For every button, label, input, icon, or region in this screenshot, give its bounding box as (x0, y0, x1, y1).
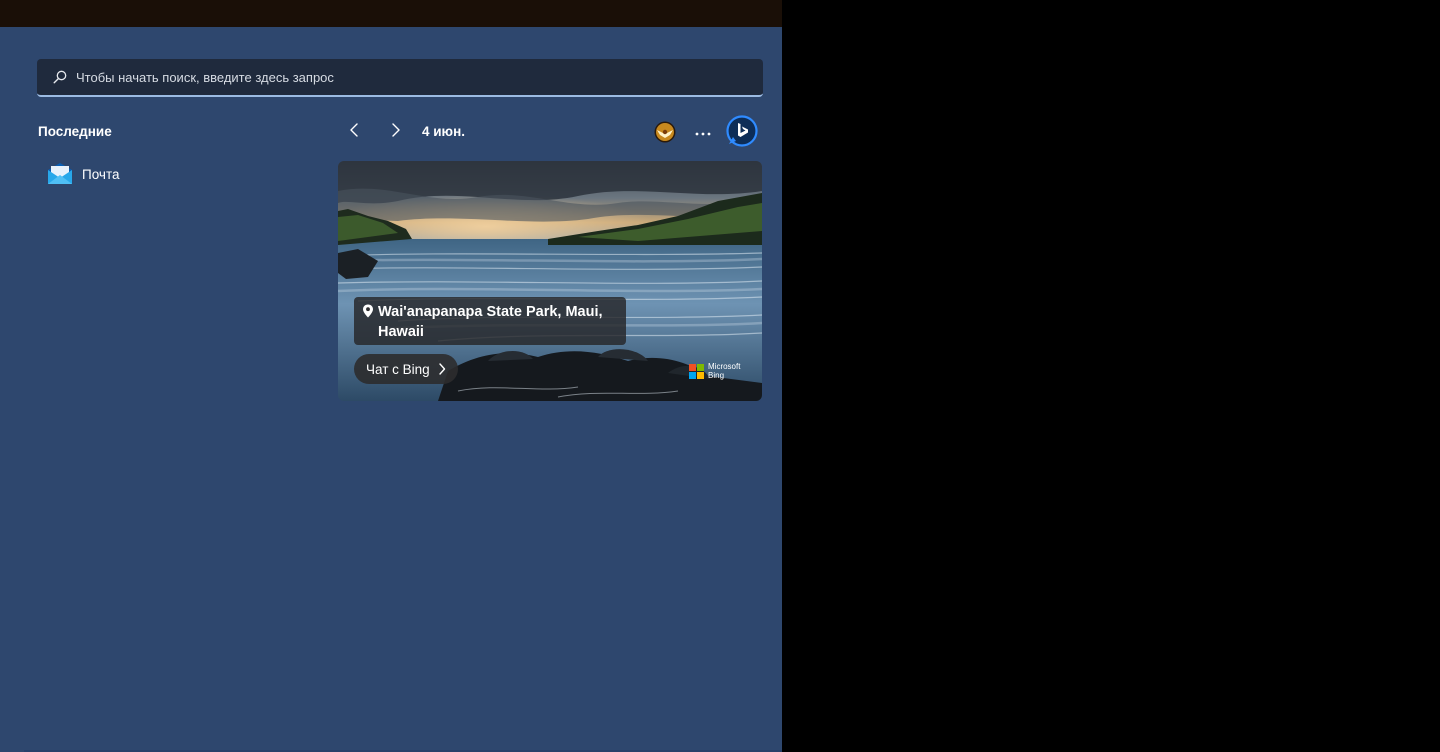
chat-button-label: Чат с Bing (366, 361, 430, 377)
next-image-button[interactable] (383, 120, 407, 144)
brand-line-2: Bing (708, 370, 725, 380)
microsoft-logo-icon (689, 364, 704, 379)
recent-item-label: Почта (82, 166, 120, 182)
chevron-left-icon (349, 122, 361, 142)
widgets-search-panel: Чтобы начать поиск, введите здесь запрос… (0, 27, 782, 752)
achievement-badge-icon[interactable] (654, 121, 676, 143)
previous-image-button[interactable] (343, 120, 367, 144)
spotlight-image-card[interactable]: Wai'anapanapa State Park, Maui, Hawaii Ч… (338, 161, 762, 401)
search-input[interactable]: Чтобы начать поиск, введите здесь запрос (37, 59, 763, 97)
search-icon (52, 69, 68, 85)
more-dots-icon (695, 124, 711, 140)
location-line-1: Wai'anapanapa State Park, Maui, (378, 304, 603, 320)
mail-icon (47, 161, 73, 187)
recent-section-title: Последние (38, 124, 112, 139)
location-caption[interactable]: Wai'anapanapa State Park, Maui, Hawaii (354, 297, 626, 345)
location-line-2: Hawaii (378, 324, 424, 340)
search-placeholder: Чтобы начать поиск, введите здесь запрос (76, 69, 334, 85)
more-options-button[interactable] (690, 121, 716, 143)
chevron-right-icon (438, 363, 446, 375)
bing-chat-icon[interactable] (726, 115, 758, 147)
spotlight-date: 4 июн. (422, 124, 465, 139)
chat-with-bing-button[interactable]: Чат с Bing (354, 354, 458, 384)
taskbar-top-strip (0, 0, 782, 27)
microsoft-bing-logo: Microsoft Bing (689, 362, 740, 380)
recent-item-mail[interactable]: Почта (38, 157, 318, 191)
location-pin-icon (362, 304, 374, 318)
chevron-right-icon (389, 122, 401, 142)
